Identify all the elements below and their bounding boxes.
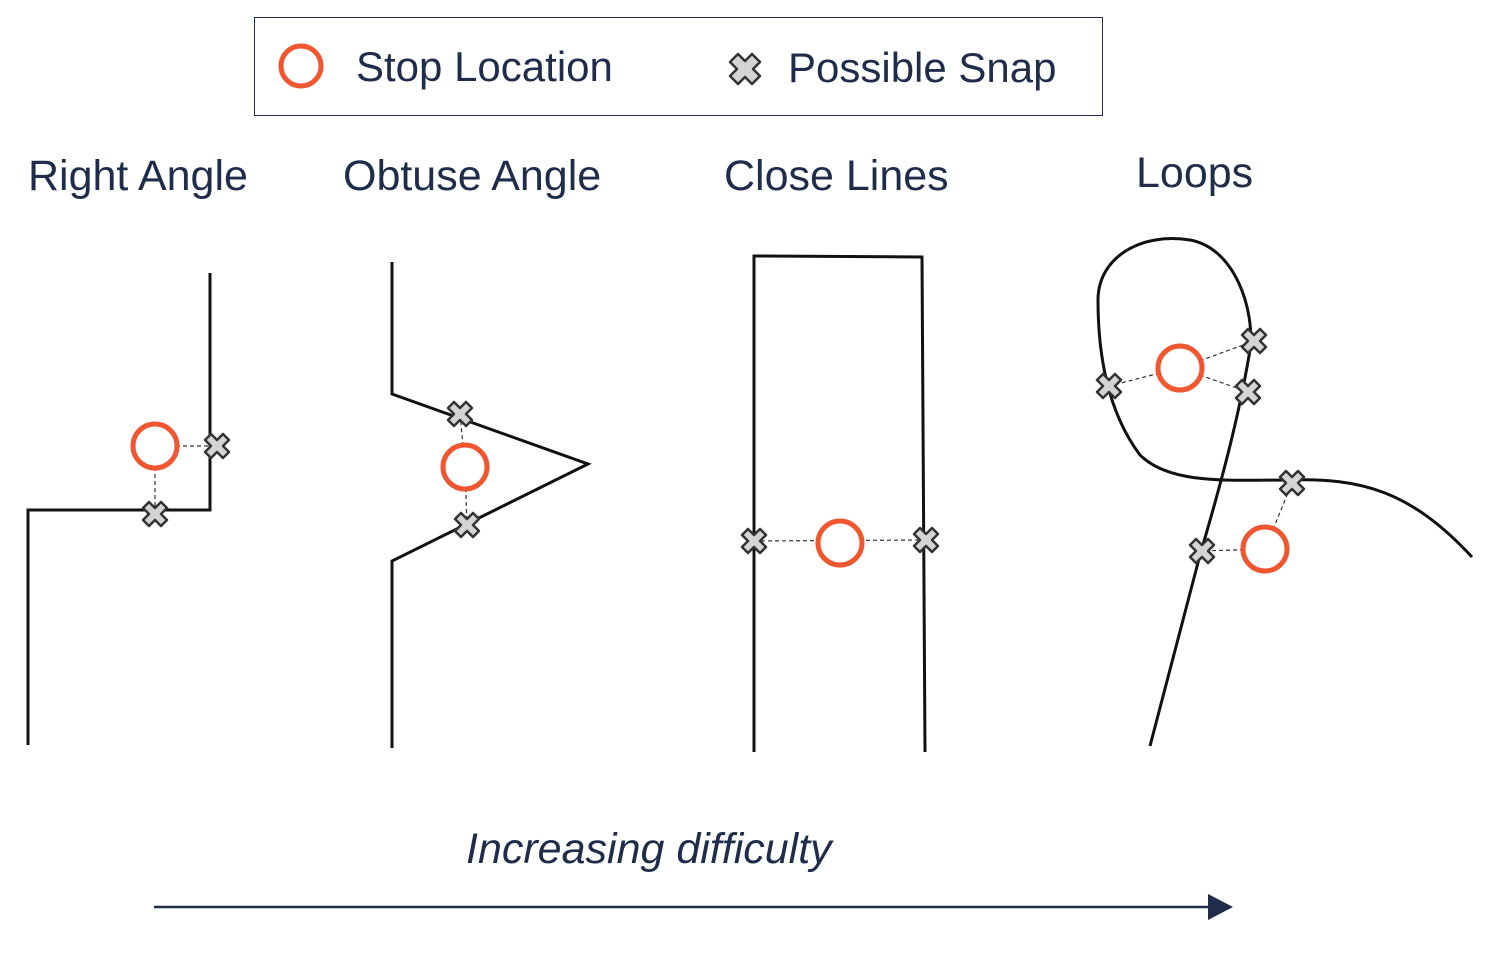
stop-location-marker — [815, 518, 865, 568]
possible-snap-marker — [1188, 537, 1216, 565]
stop-location-marker — [130, 421, 180, 471]
possible-snap-marker — [1240, 327, 1268, 355]
stop-location-marker — [1155, 343, 1205, 393]
right-angle-figure — [26, 273, 231, 745]
panel-title-close-lines: Close Lines — [724, 152, 949, 200]
panel-title-obtuse-angle: Obtuse Angle — [343, 152, 602, 200]
right-angle-line — [26, 273, 212, 745]
gray-cross-icon — [728, 52, 762, 86]
right-arrow-icon — [154, 894, 1233, 920]
orange-circle-icon — [278, 43, 324, 89]
close-lines-figure — [740, 254, 940, 753]
panel-title-right-angle: Right Angle — [28, 152, 248, 200]
possible-snap-marker — [1278, 469, 1306, 497]
stop-location-marker — [1240, 524, 1290, 574]
close-lines-line — [752, 254, 927, 753]
loops-figure — [1095, 237, 1474, 747]
obtuse-angle-figure — [390, 262, 592, 748]
stop-location-marker — [440, 442, 490, 492]
obtuse-angle-line — [390, 262, 592, 748]
legend-stop-label: Stop Location — [356, 43, 613, 90]
difficulty-label: Increasing difficulty — [466, 825, 832, 873]
panel-title-loops: Loops — [1136, 149, 1254, 197]
possible-snap-marker — [1234, 378, 1262, 406]
legend-snap-label: Possible Snap — [788, 44, 1057, 91]
